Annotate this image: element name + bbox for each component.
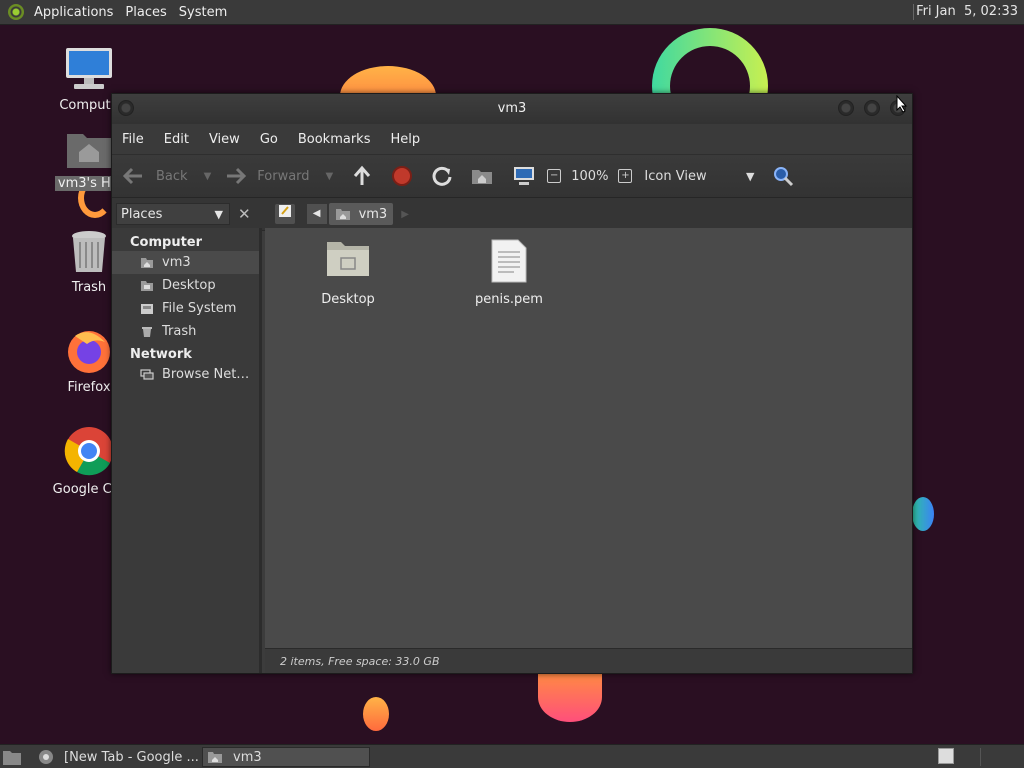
back-label: Back (156, 168, 188, 184)
search-icon[interactable] (772, 165, 794, 187)
toggle-location-entry-button[interactable] (274, 204, 295, 224)
mouse-cursor-icon (896, 95, 908, 113)
breadcrumb-forward-arrow[interactable]: ▶ (401, 209, 409, 220)
chrome-icon (39, 750, 53, 764)
breadcrumb-back-arrow[interactable]: ◀ (306, 204, 327, 224)
menu-go[interactable]: Go (260, 132, 278, 147)
folder-icon (327, 242, 369, 276)
zoom-out-button[interactable]: − (547, 169, 562, 183)
window-titlebar[interactable]: vm3 (112, 94, 912, 124)
back-button[interactable]: Back (122, 167, 188, 185)
minimize-button[interactable] (838, 100, 854, 116)
forward-history-dropdown[interactable]: ▼ (326, 171, 334, 182)
distro-logo-icon[interactable] (8, 4, 24, 20)
taskbar-item-vm3[interactable]: vm3 (202, 747, 370, 767)
home-folder-icon (67, 134, 111, 168)
wallpaper-teal-blob (912, 497, 934, 531)
arrow-left-icon (122, 167, 142, 185)
sidebar-item-label: Trash (162, 324, 197, 339)
sidebar-item-label: vm3 (162, 255, 191, 270)
toolbar: Back ▼ Forward ▼ − 100% + Icon View ▼ (112, 154, 912, 198)
workspace-switcher-2[interactable] (980, 748, 1021, 766)
sidebar-item-file-system[interactable]: File System (112, 297, 259, 320)
computer-icon (66, 48, 112, 89)
file-view[interactable]: Desktop penis.pem (265, 228, 912, 648)
home-icon[interactable] (471, 166, 493, 186)
taskbar-item-label: vm3 (233, 749, 262, 765)
file-manager-window: vm3 File Edit View Go Bookmarks Help Bac… (111, 93, 913, 674)
window-title: vm3 (497, 101, 527, 116)
menu-applications[interactable]: Applications (34, 5, 113, 20)
view-mode-value: Icon View (644, 168, 707, 184)
home-icon (141, 257, 153, 268)
places-selector-value: Places (121, 206, 163, 222)
chrome-icon (64, 427, 113, 476)
forward-button[interactable]: Forward (225, 167, 310, 185)
content-area: Computer vm3 Desktop File System Trash N… (112, 228, 912, 673)
file-label: Desktop (321, 292, 375, 307)
show-desktop-icon[interactable] (2, 748, 22, 766)
view-mode-select[interactable]: Icon View ▼ (644, 169, 754, 184)
file-item-penis-pem[interactable]: penis.pem (454, 238, 564, 307)
sidebar-item-desktop[interactable]: Desktop (112, 274, 259, 297)
arrow-right-icon (227, 167, 247, 185)
places-selector[interactable]: Places ▼ (116, 203, 230, 225)
back-history-dropdown[interactable]: ▼ (204, 171, 212, 182)
trash-icon (142, 326, 152, 337)
desktop-folder-icon (141, 280, 153, 291)
top-panel: Applications Places System Fri Jan 5, 02… (0, 0, 1024, 25)
sidebar: Computer vm3 Desktop File System Trash N… (112, 228, 262, 673)
home-icon (335, 209, 350, 220)
menu-edit[interactable]: Edit (164, 132, 189, 147)
wallpaper-pink-blob (538, 672, 602, 722)
stop-icon[interactable] (391, 165, 413, 187)
wallpaper-small-orange-blob (363, 697, 389, 731)
panel-separator (913, 4, 914, 20)
workspace-switcher-1[interactable] (938, 748, 954, 764)
maximize-button[interactable] (864, 100, 880, 116)
breadcrumb-label: vm3 (358, 206, 388, 222)
sidebar-item-browse-network[interactable]: Browse Net… (112, 363, 259, 386)
pencil-icon (278, 205, 291, 217)
computer-icon[interactable] (513, 166, 535, 186)
up-arrow-icon[interactable] (351, 165, 373, 187)
reload-icon[interactable] (431, 165, 453, 187)
zoom-level: 100% (571, 168, 609, 184)
zoom-in-button[interactable]: + (618, 169, 633, 183)
trash-icon (72, 231, 106, 272)
sidebar-item-label: Browse Net… (162, 367, 250, 382)
location-bar: Places ▼ ✕ ◀ vm3 ▶ (112, 198, 912, 231)
sidebar-item-trash[interactable]: Trash (112, 320, 259, 343)
menubar: File Edit View Go Bookmarks Help (112, 124, 912, 154)
menu-help[interactable]: Help (390, 132, 420, 147)
menu-places[interactable]: Places (125, 5, 166, 20)
home-folder-icon (208, 752, 222, 763)
chevron-down-icon: ▼ (745, 169, 755, 183)
status-bar: 2 items, Free space: 33.0 GB (265, 648, 912, 673)
menu-bookmarks[interactable]: Bookmarks (298, 132, 371, 147)
forward-label: Forward (257, 168, 310, 184)
menu-view[interactable]: View (209, 132, 240, 147)
text-file-icon (491, 239, 527, 283)
sidebar-header-computer: Computer (130, 235, 203, 250)
chevron-down-icon: ▼ (214, 207, 223, 221)
window-menu-button[interactable] (118, 100, 134, 116)
menu-file[interactable]: File (122, 132, 144, 147)
menu-system[interactable]: System (179, 5, 227, 20)
sidebar-item-vm3[interactable]: vm3 (112, 251, 259, 274)
sidebar-header-network: Network (130, 347, 192, 362)
close-sidebar-icon[interactable]: ✕ (238, 205, 251, 223)
breadcrumb-vm3[interactable]: vm3 (328, 203, 394, 225)
taskbar-item-label: [New Tab - Google ... (64, 749, 199, 765)
taskbar-item-chrome[interactable]: [New Tab - Google ... (34, 747, 200, 767)
drive-icon (141, 303, 153, 314)
network-icon (140, 368, 154, 380)
file-label: penis.pem (475, 292, 543, 307)
sidebar-item-label: Desktop (162, 278, 216, 293)
bottom-panel: [New Tab - Google ... vm3 (0, 744, 1024, 768)
file-item-desktop[interactable]: Desktop (293, 238, 403, 307)
sidebar-item-label: File System (162, 301, 237, 316)
firefox-icon (68, 331, 110, 373)
clock[interactable]: Fri Jan 5, 02:33 (916, 4, 1018, 19)
